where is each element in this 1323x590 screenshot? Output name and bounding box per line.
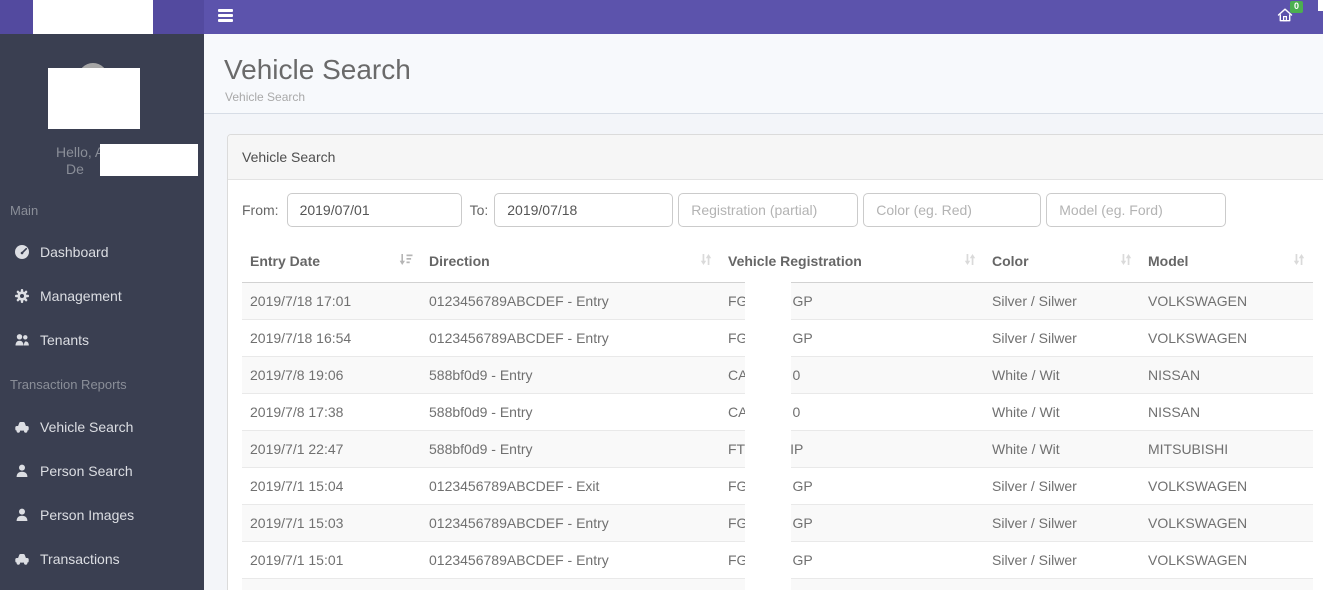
sidebar-item-person-images[interactable]: Person Images [0, 500, 204, 530]
sidebar-item-dashboard[interactable]: Dashboard [0, 237, 204, 267]
table-header-row: Entry Date Direction Vehicle Registratio… [242, 240, 1313, 283]
sidebar-section-transaction-reports: Transaction Reports [10, 377, 127, 392]
model-input[interactable] [1046, 193, 1227, 227]
filter-bar: From: To: [242, 193, 1323, 227]
gear-icon [14, 288, 30, 304]
sidebar-item-vehicle-search[interactable]: Vehicle Search [0, 412, 204, 442]
sort-icon[interactable] [964, 253, 976, 269]
redaction-box-username [100, 144, 198, 176]
person-icon [14, 507, 30, 523]
sort-icon[interactable] [1120, 253, 1132, 269]
sidebar-item-label: Transactions [40, 551, 120, 567]
app-window: 0 Hello, A De Main Dashboard Management … [0, 0, 1323, 590]
person-icon [14, 463, 30, 479]
sidebar-item-label: Management [40, 288, 122, 304]
from-date-input[interactable] [286, 193, 462, 227]
registration-input[interactable] [678, 193, 859, 227]
car-icon [14, 551, 30, 567]
notification-badge[interactable]: 0 [1290, 1, 1304, 13]
sidebar-item-tenants[interactable]: Tenants [0, 325, 204, 355]
to-date-input[interactable] [494, 193, 674, 227]
column-header-color[interactable]: Color [984, 240, 1140, 283]
panel-title: Vehicle Search [228, 135, 1323, 180]
sidebar-item-person-search[interactable]: Person Search [0, 456, 204, 486]
hamburger-menu-icon[interactable] [218, 9, 233, 24]
sidebar-item-label: Tenants [40, 332, 90, 348]
to-label: To: [469, 202, 489, 218]
sidebar-item-label: Person Search [40, 463, 133, 479]
redaction-box-topright [1318, 0, 1323, 11]
column-header-direction[interactable]: Direction [421, 240, 720, 283]
sidebar-item-transactions[interactable]: Transactions [0, 544, 204, 574]
top-navbar: 0 [0, 0, 1323, 34]
greeting-text: Hello, A [56, 144, 105, 160]
sidebar-section-main: Main [10, 203, 39, 218]
sidebar-item-label: Dashboard [40, 244, 109, 260]
users-icon [14, 332, 30, 348]
sidebar-item-management[interactable]: Management [0, 281, 204, 311]
column-header-entry-date[interactable]: Entry Date [242, 240, 421, 283]
sidebar-item-label: Person Images [40, 507, 135, 523]
car-icon [14, 419, 30, 435]
redaction-box-logo [33, 0, 153, 34]
sort-desc-icon[interactable] [399, 253, 413, 269]
greeting-text-line2: De [66, 161, 84, 177]
page-subtitle: Vehicle Search [225, 90, 306, 104]
redaction-box-registration [745, 281, 791, 590]
color-input[interactable] [863, 193, 1042, 227]
sort-icon[interactable] [700, 253, 712, 269]
dashboard-icon [14, 244, 30, 260]
page-title: Vehicle Search [224, 54, 411, 85]
column-header-model[interactable]: Model [1140, 240, 1313, 283]
from-label: From: [242, 202, 279, 218]
column-header-vehicle-registration[interactable]: Vehicle Registration [720, 240, 984, 283]
sort-icon[interactable] [1293, 253, 1305, 269]
sidebar-item-label: Vehicle Search [40, 419, 134, 435]
redaction-box-avatar [48, 68, 140, 129]
